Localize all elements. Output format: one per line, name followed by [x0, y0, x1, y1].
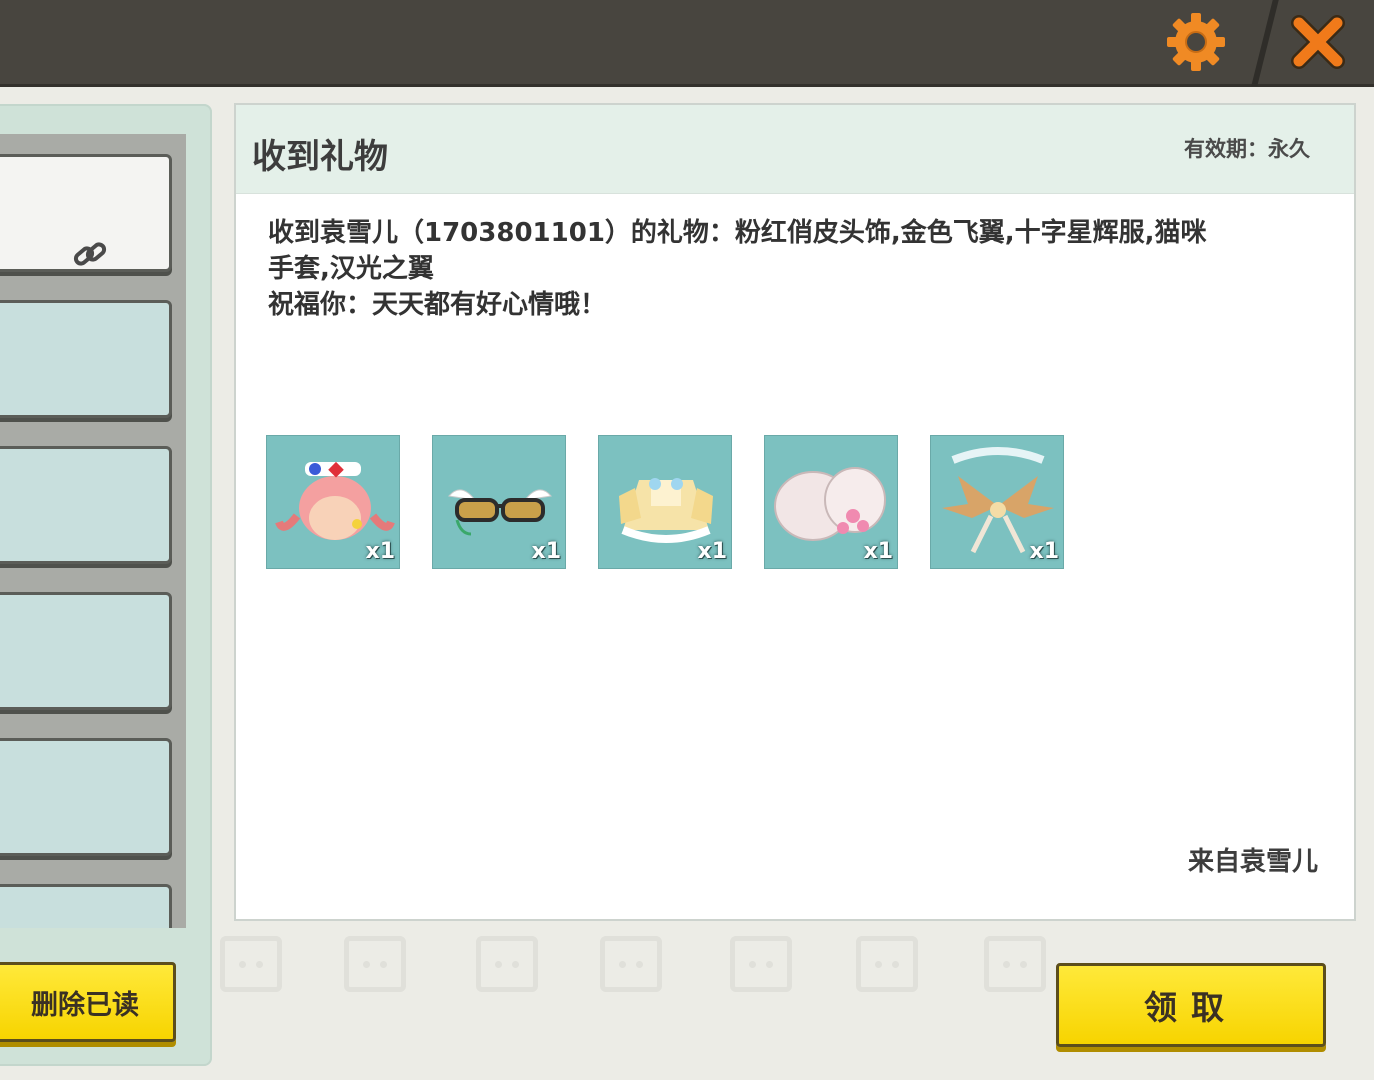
mail-list-panel [0, 104, 212, 1066]
claim-button[interactable]: 领取 [1056, 963, 1326, 1047]
gift-item[interactable]: x1 [930, 435, 1064, 569]
delete-read-button[interactable]: 删除已读 [0, 962, 176, 1042]
bg-face-icon [730, 936, 792, 992]
mail-item-selected[interactable] [0, 154, 172, 272]
bg-face-icon [220, 936, 282, 992]
mail-item[interactable] [0, 446, 172, 564]
mail-body-line: 手套,汉光之翼 [268, 254, 434, 284]
gift-item[interactable]: x1 [598, 435, 732, 569]
mail-item[interactable] [0, 300, 172, 418]
validity-info: 有效期：永久 [1184, 133, 1310, 163]
bg-face-icon [344, 936, 406, 992]
mail-body-greeting: 祝福你：天天都有好心情哦！ [268, 290, 607, 320]
mail-sender: 来自袁雪儿 [1187, 847, 1318, 877]
close-button[interactable] [1284, 8, 1352, 76]
mail-item[interactable] [0, 884, 172, 928]
close-icon [1291, 15, 1345, 69]
mail-title: 收到礼物 [252, 137, 388, 177]
settings-button[interactable] [1162, 8, 1230, 76]
mail-item[interactable] [0, 592, 172, 710]
bg-face-icon [984, 936, 1046, 992]
bg-face-icon [600, 936, 662, 992]
item-quantity: x1 [697, 539, 728, 564]
bg-face-icon [856, 936, 918, 992]
item-quantity: x1 [1029, 539, 1060, 564]
bg-face-icon [476, 936, 538, 992]
delete-read-label: 删除已读 [31, 989, 139, 1021]
gift-item[interactable]: x1 [432, 435, 566, 569]
mail-body: 收到袁雪儿（1703801101）的礼物：粉红俏皮头饰,金色飞翼,十字星辉服,猫… [268, 215, 1308, 323]
claim-label: 领取 [1144, 988, 1238, 1027]
item-quantity: x1 [863, 539, 894, 564]
mail-content-panel: 收到礼物 有效期：永久 收到袁雪儿（1703801101）的礼物：粉红俏皮头饰,… [234, 103, 1356, 921]
item-quantity: x1 [365, 539, 396, 564]
mail-list[interactable] [0, 134, 186, 928]
gear-icon [1167, 13, 1225, 71]
mail-header: 收到礼物 有效期：永久 [236, 105, 1354, 194]
topbar-divider [1251, 0, 1279, 86]
attachment-icon [73, 242, 107, 266]
top-bar [0, 0, 1374, 87]
item-quantity: x1 [531, 539, 562, 564]
validity-label: 有效期： [1184, 137, 1268, 161]
gift-item[interactable]: x1 [266, 435, 400, 569]
gift-item[interactable]: x1 [764, 435, 898, 569]
mail-body-line: 收到袁雪儿（1703801101）的礼物：粉红俏皮头饰,金色飞翼,十字星辉服,猫… [268, 218, 1207, 248]
validity-value: 永久 [1268, 137, 1310, 161]
mail-item[interactable] [0, 738, 172, 856]
